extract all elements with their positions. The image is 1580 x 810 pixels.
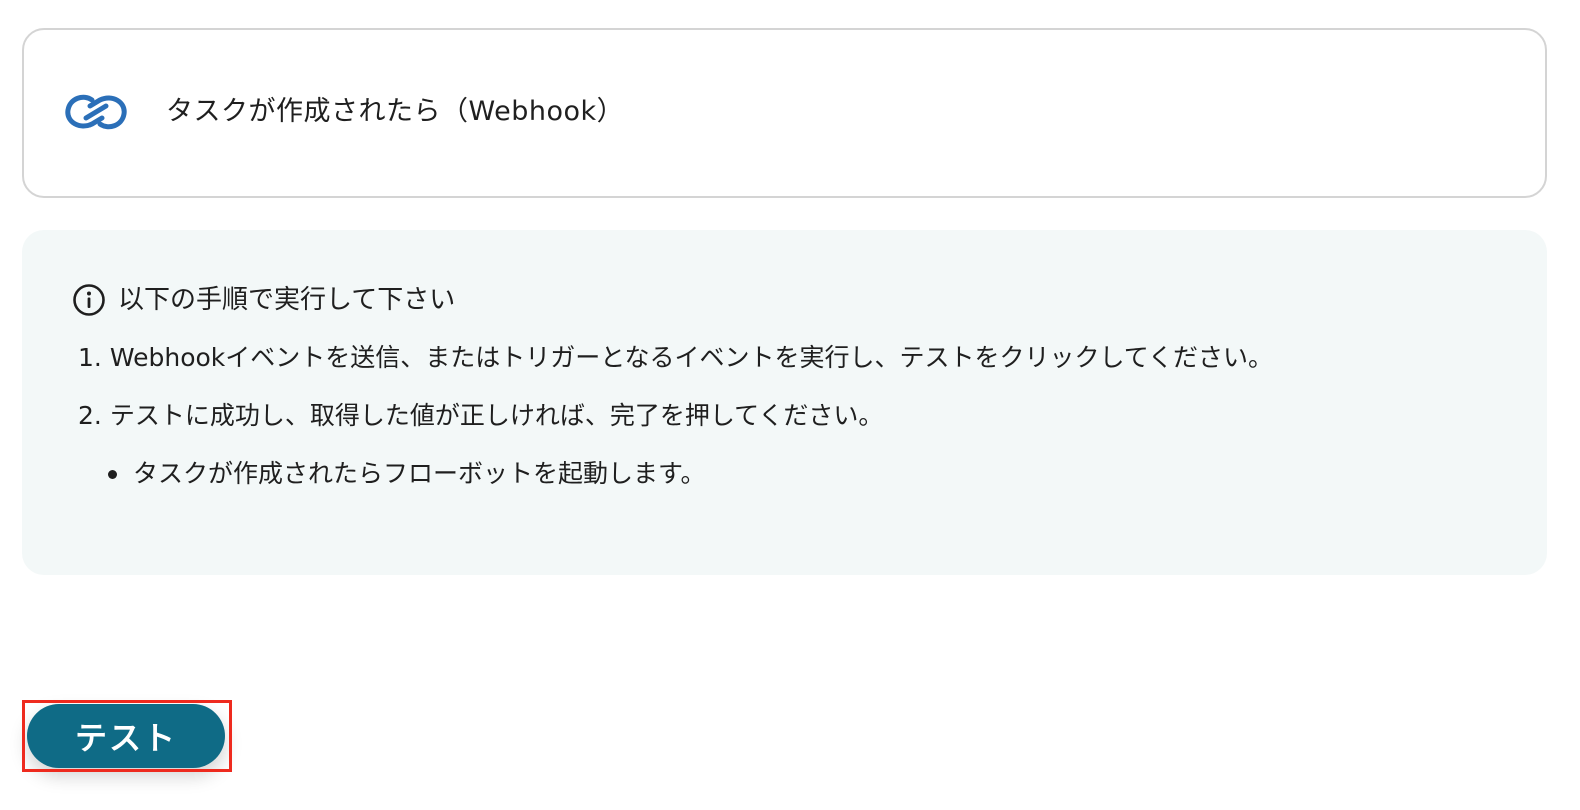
bullet-text: タスクが作成されたらフローボットを起動します。 xyxy=(133,459,706,488)
step-number: 1. xyxy=(78,343,102,372)
info-icon xyxy=(72,283,106,317)
step-text: テストに成功し、取得した値が正しければ、完了を押してください。 xyxy=(109,401,884,430)
page: タスクが作成されたら（Webhook） 以下の手順で実行して下さい 1. Webh… xyxy=(0,0,1580,810)
instructions-heading: 以下の手順で実行して下さい xyxy=(118,285,456,315)
instructions-header: 以下の手順で実行して下さい xyxy=(72,282,455,318)
step-text: Webhookイベントを送信、またはトリガーとなるイベントを実行し、テストをクリ… xyxy=(109,343,1274,372)
instruction-bullet: タスクが作成されたらフローボットを起動します。 xyxy=(108,456,706,492)
bullet-dot xyxy=(108,469,117,479)
instruction-step: 2. テストに成功し、取得した値が正しければ、完了を押してください。 xyxy=(78,398,883,434)
step-number: 2. xyxy=(78,401,102,430)
highlight-box xyxy=(22,700,232,772)
zoho-connect-icon xyxy=(62,88,130,136)
trigger-title: タスクが作成されたら（Webhook） xyxy=(166,96,625,127)
trigger-card[interactable]: タスクが作成されたら（Webhook） xyxy=(22,28,1547,198)
instruction-step: 1. Webhookイベントを送信、またはトリガーとなるイベントを実行し、テストを… xyxy=(78,340,1273,376)
instructions-panel: 以下の手順で実行して下さい 1. Webhookイベントを送信、またはトリガーとな… xyxy=(22,230,1547,575)
